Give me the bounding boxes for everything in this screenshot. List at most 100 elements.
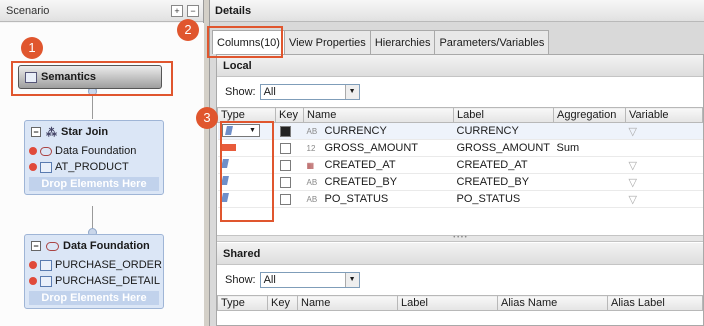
col-header-key[interactable]: Key	[267, 295, 298, 311]
table-icon	[40, 161, 52, 173]
name-cell: AB CURRENCY	[303, 122, 454, 140]
tab-parameters-variables[interactable]: Parameters/Variables	[434, 30, 550, 54]
join-icon	[40, 146, 52, 156]
shared-filter-row: Show: All ▼	[217, 265, 703, 295]
details-panel: Details Columns(10) View Properties Hier…	[210, 0, 704, 326]
tab-view-properties[interactable]: View Properties	[283, 30, 371, 54]
star-join-icon: ⁂	[46, 126, 57, 139]
table-row[interactable]: ▼ AB CURRENCY CURRENCY ▽	[217, 122, 703, 140]
shared-section: Shared Show: All ▼ Type Key Name Label A…	[217, 243, 703, 311]
drop-zone[interactable]: Drop Elements Here	[29, 291, 159, 305]
key-cell[interactable]	[275, 139, 304, 157]
join-icon	[46, 241, 59, 251]
key-checkbox[interactable]	[279, 176, 291, 188]
tab-hierarchies[interactable]: Hierarchies	[369, 30, 436, 54]
filter-icon: ▽	[628, 193, 637, 206]
show-select[interactable]: All ▼	[259, 84, 360, 100]
collapse-toggle[interactable]: −	[31, 127, 41, 137]
node-item-label: PURCHASE_ORDER	[55, 259, 162, 271]
col-header-variable[interactable]: Variable	[625, 107, 703, 123]
aggregation-cell[interactable]	[553, 156, 626, 174]
aggregation-cell[interactable]	[553, 190, 626, 208]
col-header-name[interactable]: Name	[303, 107, 454, 123]
callout-highlight-2	[207, 26, 283, 58]
node-item[interactable]: PURCHASE_ORDER	[25, 257, 163, 273]
section-splitter[interactable]: • • • •	[217, 235, 703, 242]
key-checkbox[interactable]	[279, 125, 291, 137]
node-item-label: Data Foundation	[55, 145, 137, 157]
local-columns-table: Type Key Name Label Aggregation Variable…	[217, 107, 703, 208]
star-join-node[interactable]: − ⁂ Star Join Data Foundation AT_PRODUCT…	[24, 120, 164, 195]
show-select-value: All	[263, 274, 276, 286]
data-foundation-title: Data Foundation	[63, 240, 150, 252]
col-header-name[interactable]: Name	[297, 295, 398, 311]
scenario-header: Scenario + −	[0, 0, 203, 22]
status-dot-icon	[29, 277, 37, 285]
label-cell: CURRENCY	[453, 122, 554, 140]
col-header-key[interactable]: Key	[275, 107, 304, 123]
variable-cell[interactable]: ▽	[625, 190, 703, 208]
chevron-down-icon: ▼	[344, 85, 359, 99]
filter-icon: ▽	[628, 159, 637, 172]
label-cell: CREATED_AT	[453, 156, 554, 174]
table-header-row: Type Key Name Label Aggregation Variable	[217, 107, 703, 123]
date-type-icon: ▦	[306, 161, 315, 170]
table-icon	[40, 275, 52, 287]
collapse-all-icon[interactable]: −	[187, 4, 199, 17]
scenario-title: Scenario	[6, 4, 50, 17]
node-item[interactable]: AT_PRODUCT	[25, 159, 163, 175]
show-select[interactable]: All ▼	[259, 272, 360, 288]
col-header-alias-name[interactable]: Alias Name	[497, 295, 608, 311]
key-checkbox[interactable]	[279, 159, 291, 171]
table-row[interactable]: 12 GROSS_AMOUNT GROSS_AMOUNT Sum	[217, 139, 703, 157]
node-item[interactable]: Data Foundation	[25, 143, 163, 159]
key-cell[interactable]	[275, 156, 304, 174]
star-join-title: Star Join	[61, 126, 109, 138]
show-select-value: All	[263, 86, 276, 98]
variable-cell[interactable]: ▽	[625, 122, 703, 140]
data-foundation-node[interactable]: − Data Foundation PURCHASE_ORDER PURCHAS…	[24, 234, 164, 309]
expand-all-icon[interactable]: +	[171, 4, 183, 17]
collapse-toggle[interactable]: −	[31, 241, 41, 251]
node-item-label: PURCHASE_DETAIL	[55, 275, 160, 287]
column-name: PO_STATUS	[324, 193, 389, 205]
status-dot-icon	[29, 147, 37, 155]
table-row[interactable]: AB CREATED_BY CREATED_BY ▽	[217, 173, 703, 191]
aggregation-cell[interactable]: Sum	[553, 139, 626, 157]
label-cell: GROSS_AMOUNT	[453, 139, 554, 157]
filter-icon: ▽	[628, 125, 637, 138]
status-dot-icon	[29, 163, 37, 171]
key-cell[interactable]	[275, 173, 304, 191]
col-header-alias-label[interactable]: Alias Label	[607, 295, 703, 311]
key-checkbox[interactable]	[279, 193, 291, 205]
column-name: CURRENCY	[324, 125, 387, 137]
node-item[interactable]: PURCHASE_DETAIL	[25, 273, 163, 289]
col-header-type[interactable]: Type	[217, 295, 268, 311]
drop-zone[interactable]: Drop Elements Here	[29, 177, 159, 191]
details-title: Details	[215, 4, 252, 17]
callout-badge-1: 1	[21, 37, 43, 59]
table-row[interactable]: ▦ CREATED_AT CREATED_AT ▽	[217, 156, 703, 174]
text-type-icon: AB	[306, 127, 318, 136]
table-header-row: Type Key Name Label Alias Name Alias Lab…	[217, 295, 703, 311]
callout-highlight-1	[11, 61, 173, 96]
col-header-label[interactable]: Label	[397, 295, 498, 311]
key-cell[interactable]	[275, 122, 304, 140]
filter-icon: ▽	[628, 176, 637, 189]
col-header-aggregation[interactable]: Aggregation	[553, 107, 626, 123]
key-cell[interactable]	[275, 190, 304, 208]
shared-columns-table: Type Key Name Label Alias Name Alias Lab…	[217, 295, 703, 311]
key-checkbox[interactable]	[279, 142, 291, 154]
aggregation-cell[interactable]	[553, 122, 626, 140]
local-filter-row: Show: All ▼	[217, 77, 703, 107]
column-name: GROSS_AMOUNT	[324, 142, 419, 154]
col-header-label[interactable]: Label	[453, 107, 554, 123]
variable-cell[interactable]: ▽	[625, 156, 703, 174]
label-cell: PO_STATUS	[453, 190, 554, 208]
numeric-type-icon: 12	[306, 144, 316, 153]
variable-cell[interactable]	[625, 139, 703, 157]
aggregation-cell[interactable]	[553, 173, 626, 191]
table-row[interactable]: AB PO_STATUS PO_STATUS ▽	[217, 190, 703, 208]
variable-cell[interactable]: ▽	[625, 173, 703, 191]
name-cell: AB PO_STATUS	[303, 190, 454, 208]
